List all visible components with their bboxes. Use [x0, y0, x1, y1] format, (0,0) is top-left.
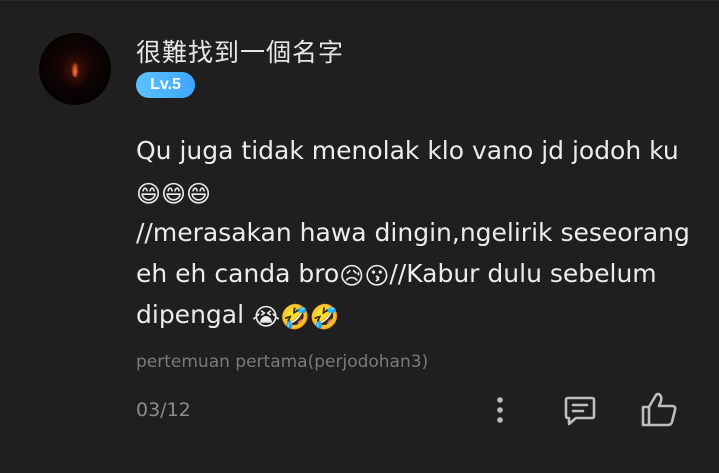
- comment-card: 很難找到一個名字 Lv.5 Qu juga tidak menolak klo …: [0, 0, 719, 473]
- source-story-link[interactable]: pertemuan pertama(perjodohan3): [136, 352, 428, 372]
- avatar[interactable]: [39, 33, 111, 105]
- comment-line-text: dipengal: [136, 300, 252, 329]
- reply-button[interactable]: [561, 392, 599, 428]
- comment-line: dipengal 😭🤣🤣: [136, 294, 706, 335]
- comment-line: //merasakan hawa dingin,ngelirik seseora…: [136, 212, 706, 253]
- comment-reply-icon: [564, 396, 596, 426]
- comment-line-text: //Kabur dulu sebelum: [389, 259, 657, 288]
- crying-laughing-emoji-group: 😭🤣🤣: [252, 303, 340, 331]
- comment-line-text: Qu juga tidak menolak klo vano jd jodoh …: [136, 136, 679, 165]
- comment-line: eh eh canda bro😥😗//Kabur dulu sebelum: [136, 253, 706, 294]
- more-vertical-icon: [497, 397, 503, 423]
- comment-line: Qu juga tidak menolak klo vano jd jodoh …: [136, 130, 706, 171]
- comment-body: Qu juga tidak menolak klo vano jd jodoh …: [136, 130, 706, 335]
- like-button[interactable]: [638, 390, 680, 430]
- candle-flame: [72, 63, 78, 77]
- more-options-button[interactable]: [486, 392, 514, 428]
- comment-date: 03/12: [136, 399, 191, 421]
- username[interactable]: 很難找到一個名字: [136, 33, 344, 69]
- sad-kissing-emoji-group: 😥😗: [339, 262, 390, 290]
- comment-line-text: eh eh canda bro: [136, 259, 340, 288]
- grinning-emoji-group: 😄😄😄: [136, 180, 212, 208]
- comment-line: 😄😄😄: [136, 171, 706, 212]
- level-badge: Lv.5: [136, 72, 195, 98]
- comment-line-text: //merasakan hawa dingin,ngelirik seseora…: [136, 218, 690, 247]
- divider: [0, 0, 719, 1]
- thumbs-up-icon: [641, 392, 677, 427]
